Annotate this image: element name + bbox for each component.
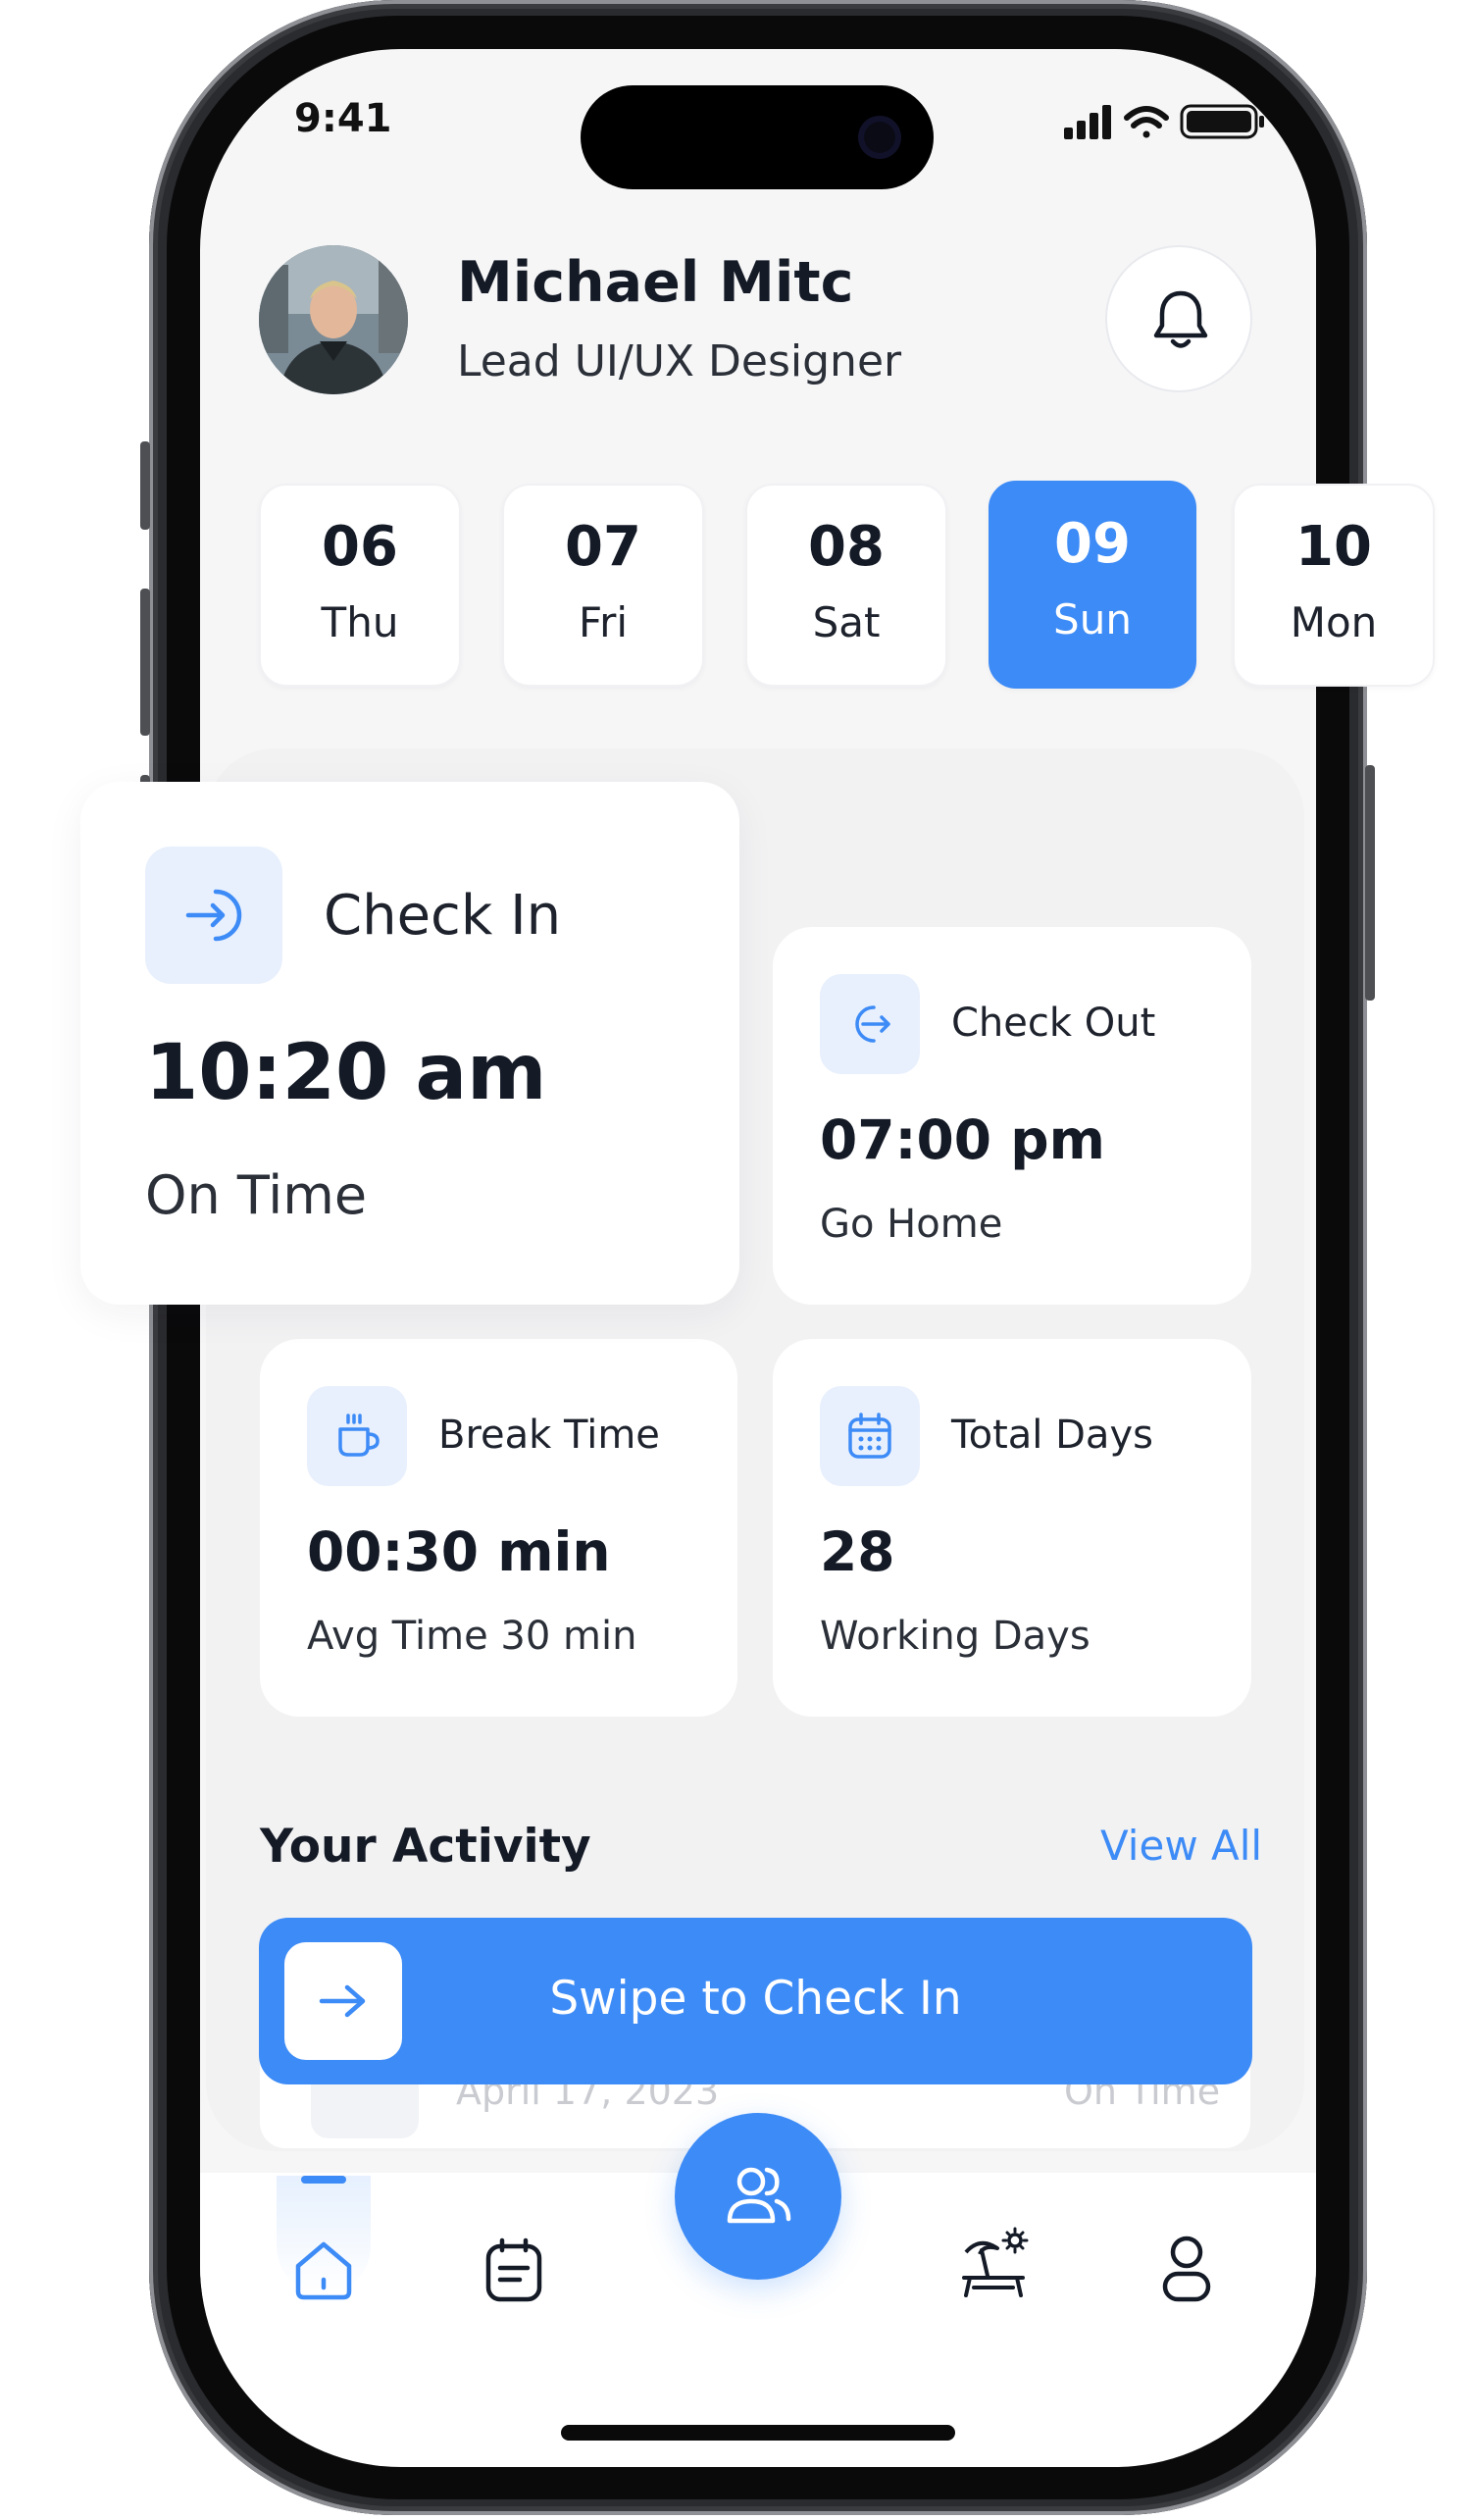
check-out-icon-box xyxy=(820,974,920,1074)
break-time-sub: Avg Time 30 min xyxy=(307,1614,637,1659)
check-in-status: On Time xyxy=(145,1164,368,1226)
vacation-icon xyxy=(962,2227,1029,2297)
date-number: 08 xyxy=(808,515,885,579)
home-indicator[interactable] xyxy=(561,2425,955,2441)
swipe-to-check-in[interactable]: Swipe to Check In xyxy=(259,1918,1252,2084)
check-out-time: 07:00 pm xyxy=(820,1108,1105,1171)
date-card[interactable]: 10 Mon xyxy=(1233,484,1435,687)
nav-active-indicator xyxy=(301,2176,346,2184)
check-out-status: Go Home xyxy=(820,1202,1003,1247)
check-in-time: 10:20 am xyxy=(145,1029,547,1117)
check-in-title: Check In xyxy=(324,884,562,948)
swipe-handle[interactable] xyxy=(284,1942,402,2060)
nav-vacation[interactable] xyxy=(958,2227,1033,2305)
user-name: Michael Mitc xyxy=(457,250,854,315)
total-days-card[interactable]: Total Days 28 Working Days xyxy=(773,1339,1251,1717)
swipe-label: Swipe to Check In xyxy=(549,1972,962,2026)
status-time: 9:41 xyxy=(294,96,392,141)
break-time-card[interactable]: Break Time 00:30 min Avg Time 30 min xyxy=(260,1339,737,1717)
status-icons xyxy=(1064,104,1264,139)
date-number: 10 xyxy=(1295,515,1372,579)
check-out-title: Check Out xyxy=(951,1001,1156,1046)
battery-icon xyxy=(1180,104,1264,139)
coffee-cup-icon xyxy=(338,1414,380,1457)
check-out-card[interactable]: Check Out 07:00 pm Go Home xyxy=(773,927,1251,1305)
date-card-selected[interactable]: 09 Sun xyxy=(989,481,1196,689)
date-card[interactable]: 07 Fri xyxy=(502,484,704,687)
view-all-link[interactable]: View All xyxy=(1100,1822,1262,1870)
total-days-icon-box xyxy=(820,1386,920,1486)
notes-icon xyxy=(485,2237,542,2302)
total-days-title: Total Days xyxy=(951,1413,1153,1458)
break-time-title: Break Time xyxy=(438,1413,660,1458)
date-number: 09 xyxy=(1054,512,1131,576)
notification-button[interactable] xyxy=(1105,245,1252,392)
profile-icon xyxy=(1162,2236,1211,2302)
user-role: Lead UI/UX Designer xyxy=(457,336,902,386)
login-arrow-icon xyxy=(185,889,242,942)
arrow-right-icon xyxy=(319,1984,366,2018)
avatar[interactable] xyxy=(259,245,408,394)
team-button[interactable] xyxy=(675,2113,841,2280)
logout-arrow-icon xyxy=(855,1005,890,1043)
avatar-image xyxy=(259,245,408,394)
check-in-card[interactable]: Check In 10:20 am On Time xyxy=(80,782,739,1305)
break-time-value: 00:30 min xyxy=(307,1520,611,1583)
activity-title: Your Activity xyxy=(260,1820,591,1874)
calendar-icon xyxy=(848,1413,891,1459)
date-card[interactable]: 06 Thu xyxy=(259,484,461,687)
camera-icon xyxy=(858,116,901,159)
date-number: 07 xyxy=(565,515,641,579)
home-icon xyxy=(295,2241,352,2300)
bell-icon xyxy=(1153,290,1208,348)
date-card[interactable]: 08 Sat xyxy=(745,484,947,687)
volume-up-button xyxy=(140,589,150,736)
date-day: Fri xyxy=(578,598,629,646)
total-days-sub: Working Days xyxy=(820,1614,1091,1659)
date-day: Sat xyxy=(812,598,881,646)
total-days-value: 28 xyxy=(820,1520,895,1583)
signal-icon xyxy=(1064,105,1111,139)
power-button xyxy=(1365,765,1375,1001)
date-number: 06 xyxy=(322,515,398,579)
nav-notes[interactable] xyxy=(482,2237,545,2307)
nav-home[interactable] xyxy=(290,2237,357,2307)
check-in-icon-box xyxy=(145,847,282,984)
date-day: Sun xyxy=(1053,595,1132,643)
date-day: Thu xyxy=(321,598,399,646)
date-day: Mon xyxy=(1290,598,1378,646)
nav-profile[interactable] xyxy=(1157,2233,1216,2307)
wifi-icon xyxy=(1124,106,1169,138)
team-icon xyxy=(727,2167,791,2224)
break-time-icon-box xyxy=(307,1386,407,1486)
mute-switch xyxy=(140,441,150,530)
